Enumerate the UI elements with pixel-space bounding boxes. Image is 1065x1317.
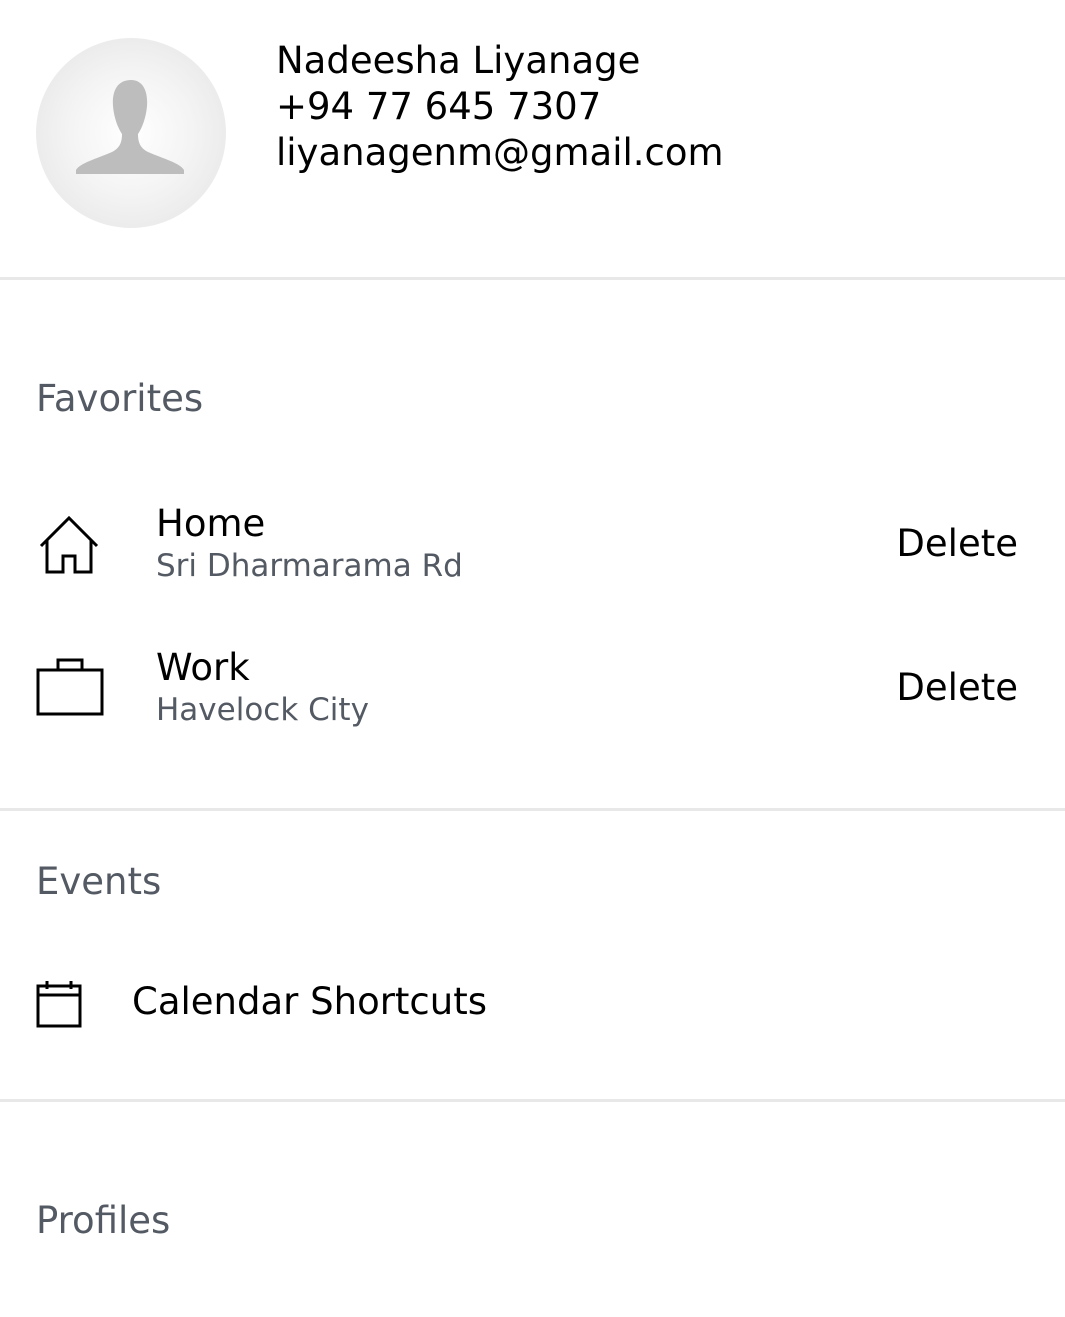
profile-email: liyanagenm@gmail.com <box>276 131 724 174</box>
delete-home-button[interactable]: Delete <box>896 522 1018 565</box>
avatar[interactable] <box>36 38 226 228</box>
favorites-section-title: Favorites <box>36 377 204 420</box>
profiles-section-title: Profiles <box>36 1199 171 1242</box>
profile-name: Nadeesha Liyanage <box>276 39 641 82</box>
favorite-label: Work <box>156 646 250 689</box>
favorite-address: Sri Dharmarama Rd <box>156 548 463 584</box>
calendar-shortcuts-item[interactable]: Calendar Shortcuts <box>0 960 1065 1050</box>
divider <box>0 1099 1065 1102</box>
person-silhouette-icon <box>76 80 184 174</box>
delete-work-button[interactable]: Delete <box>896 666 1018 709</box>
account-settings-page: Nadeesha Liyanage +94 77 645 7307 liyana… <box>0 0 1065 1317</box>
profile-phone: +94 77 645 7307 <box>276 85 602 128</box>
divider <box>0 808 1065 811</box>
home-icon <box>39 515 99 574</box>
favorite-item-work[interactable]: Work Havelock City Delete <box>0 634 1065 764</box>
calendar-icon <box>36 981 82 1028</box>
events-section-title: Events <box>36 860 162 903</box>
calendar-shortcuts-label: Calendar Shortcuts <box>132 980 488 1023</box>
profile-info[interactable]: Nadeesha Liyanage +94 77 645 7307 liyana… <box>276 38 724 176</box>
favorite-item-home[interactable]: Home Sri Dharmarama Rd Delete <box>0 490 1065 620</box>
favorite-label: Home <box>156 502 266 545</box>
divider <box>0 277 1065 280</box>
favorite-address: Havelock City <box>156 692 369 728</box>
briefcase-icon <box>36 658 104 716</box>
